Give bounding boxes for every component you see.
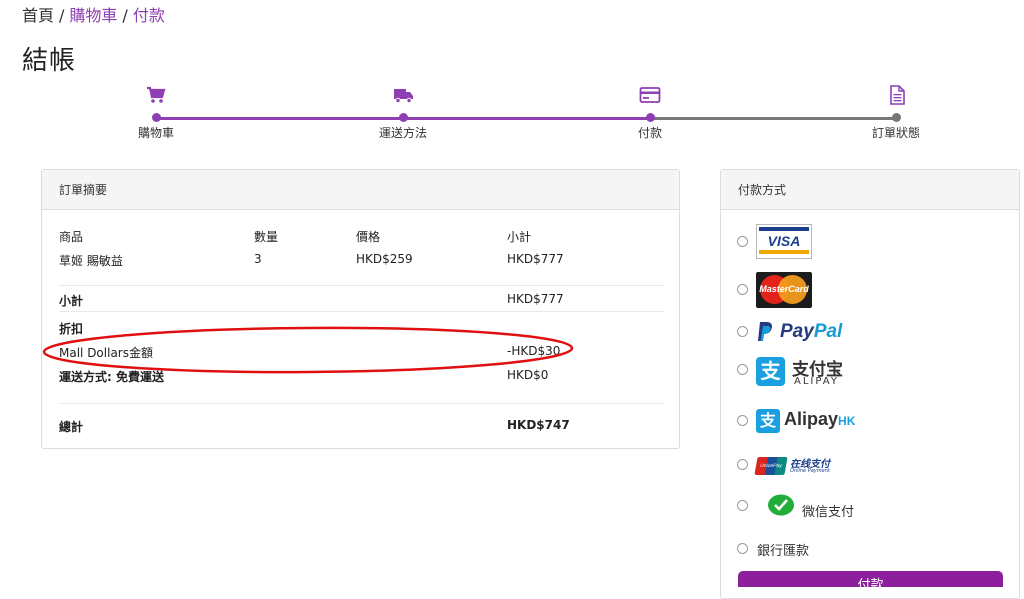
total-label: 總計 (59, 420, 84, 434)
item-subtotal: HKD$777 (507, 252, 564, 266)
cart-icon (147, 86, 166, 103)
item-product: 草姬 賜敏益 (59, 254, 123, 268)
paypal-text-pal: Pal (813, 321, 843, 342)
divider (59, 403, 664, 404)
bank-transfer-label[interactable]: 銀行匯款 (757, 540, 809, 559)
unionpay-radio[interactable] (737, 459, 748, 470)
item-price: HKD$259 (356, 252, 413, 266)
total-value: HKD$747 (507, 418, 570, 432)
unionpay-en-text: Online Payment (790, 468, 830, 474)
mastercard-logo[interactable]: MasterCard (756, 272, 812, 308)
alipay-logo[interactable]: 支 支付宝 ALIPAY (756, 356, 866, 388)
paypal-logo[interactable]: PayPal (756, 319, 876, 345)
highlight-ellipse (42, 326, 574, 374)
breadcrumb: 首頁 / 購物車 / 付款 (22, 2, 165, 26)
breadcrumb-separator: / (59, 6, 65, 25)
progress-line-pending (650, 117, 896, 120)
breadcrumb-current: 付款 (132, 6, 165, 25)
paypal-radio[interactable] (737, 326, 748, 337)
pay-button[interactable]: 付款 (738, 571, 1003, 587)
step-label-status: 訂單狀態 (871, 126, 921, 140)
order-summary-panel: 訂單摘要 (41, 169, 680, 449)
header-price: 價格 (356, 230, 381, 244)
alipay-icon: 支 (756, 357, 785, 386)
paypal-text-pay: Pay (780, 321, 814, 342)
alipay-radio[interactable] (737, 364, 748, 375)
step-dot-shipping (399, 113, 408, 122)
header-product: 商品 (59, 230, 84, 244)
step-label-payment: 付款 (637, 126, 663, 140)
mastercard-radio[interactable] (737, 284, 748, 295)
alipayhk-text: Alipay (784, 409, 839, 429)
truck-icon (394, 89, 413, 104)
breadcrumb-separator: / (122, 6, 128, 25)
bank-radio[interactable] (737, 543, 748, 554)
header-qty: 數量 (254, 230, 279, 244)
order-summary-title: 訂單摘要 (42, 170, 679, 210)
wechat-pay-label[interactable]: 微信支付 (802, 501, 854, 520)
page-title: 結帳 (22, 46, 77, 76)
subtotal-label: 小計 (59, 294, 84, 308)
step-label-shipping: 運送方法 (378, 126, 428, 140)
item-qty: 3 (254, 252, 262, 266)
subtotal-value: HKD$777 (507, 292, 564, 306)
breadcrumb-cart[interactable]: 購物車 (69, 6, 117, 25)
step-dot-status (892, 113, 901, 122)
wechat-radio[interactable] (737, 500, 748, 511)
alipayhk-icon: 支 (756, 409, 780, 433)
visa-radio[interactable] (737, 236, 748, 247)
document-icon (890, 85, 905, 105)
step-label-cart: 購物車 (137, 126, 175, 140)
paypal-icon (758, 322, 772, 341)
credit-card-icon (639, 87, 661, 103)
alipay-en-text: ALIPAY (794, 376, 839, 387)
payment-title: 付款方式 (721, 170, 1019, 210)
unionpay-logo[interactable]: UnionPay 在线支付 Online Payment (754, 455, 836, 477)
step-dot-payment (646, 113, 655, 122)
alipayhk-suffix: HK (838, 414, 856, 428)
visa-logo[interactable]: VISA (756, 224, 812, 259)
header-subtotal: 小計 (507, 230, 532, 244)
divider (59, 285, 664, 286)
divider (59, 311, 664, 312)
alipayhk-radio[interactable] (737, 415, 748, 426)
unionpay-icon: UnionPay (754, 457, 788, 475)
alipayhk-logo[interactable]: 支 AlipayHK (756, 408, 876, 434)
breadcrumb-home[interactable]: 首頁 (22, 6, 54, 25)
wechat-pay-icon (768, 494, 794, 516)
step-dot-cart (152, 113, 161, 122)
